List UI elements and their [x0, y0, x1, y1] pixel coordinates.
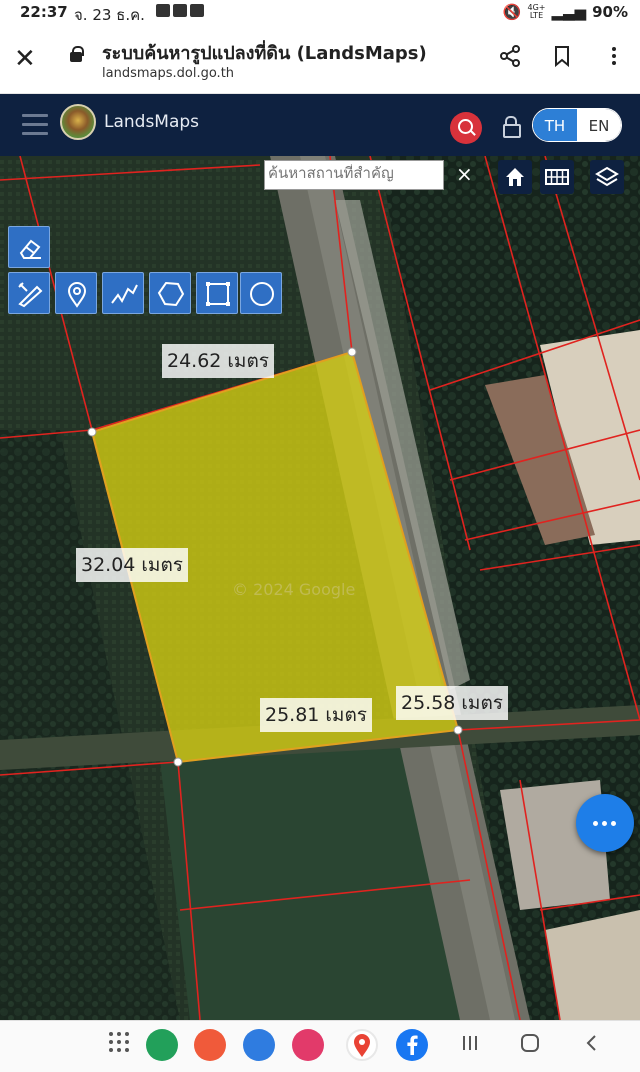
eraser-icon — [19, 239, 41, 259]
eraser-tool-button[interactable] — [8, 226, 50, 268]
grid-view-button[interactable] — [540, 160, 574, 194]
back-icon[interactable] — [582, 1033, 602, 1059]
measurement-left: 32.04 เมตร — [76, 548, 188, 582]
map-pin-icon — [67, 282, 87, 308]
maps-app-icon[interactable] — [346, 1029, 378, 1061]
notification-icons — [156, 4, 204, 17]
browser-actions — [498, 44, 626, 68]
battery-level: 90% — [592, 3, 628, 21]
layers-icon — [595, 166, 619, 187]
system-nav-bar — [0, 1020, 640, 1072]
app-brand: LandsMaps — [104, 112, 200, 132]
status-bar: 22:37 จ. 23 ธ.ค. 🔇 4G+ LTE ▂▃▅ 90% — [0, 0, 640, 26]
status-date: จ. 23 ธ.ค. — [74, 6, 145, 24]
app-drawer-icon[interactable] — [108, 1031, 130, 1059]
lang-en-button[interactable]: EN — [577, 109, 621, 141]
circle-tool-button[interactable] — [240, 272, 282, 314]
page-title: ระบบค้นหารูปแปลงที่ดิน (LandsMaps) — [102, 43, 427, 64]
camera-app-icon[interactable] — [292, 1029, 324, 1061]
messages-app-icon[interactable] — [243, 1029, 275, 1061]
map-view[interactable]: © 2024 Google × 24.62 เมตร 32.04 เมตร 25… — [0, 156, 640, 1020]
rectangle-tool-button[interactable] — [196, 272, 238, 314]
measurement-right: 25.58 เมตร — [396, 686, 508, 720]
clear-search-icon[interactable]: × — [456, 162, 473, 186]
mute-icon: 🔇 — [502, 3, 522, 21]
facebook-app-icon[interactable] — [396, 1029, 428, 1061]
secure-lock-icon — [70, 46, 84, 62]
recents-icon[interactable] — [460, 1033, 480, 1059]
measurement-top: 24.62 เมตร — [162, 344, 274, 378]
home-view-button[interactable] — [498, 160, 532, 194]
map-watermark: © 2024 Google — [232, 580, 355, 599]
youtube-notification-icon — [173, 4, 187, 17]
layers-button[interactable] — [590, 160, 624, 194]
more-options-icon[interactable] — [602, 44, 626, 68]
login-lock-icon[interactable] — [502, 116, 521, 138]
home-nav-icon[interactable] — [520, 1033, 540, 1059]
polyline-tool-button[interactable] — [102, 272, 144, 314]
search-icon[interactable] — [450, 112, 482, 144]
share-icon[interactable] — [498, 44, 522, 68]
network-indicator: 4G+ LTE — [527, 3, 546, 20]
measurement-bottom: 25.81 เมตร — [260, 698, 372, 732]
circle-icon — [250, 282, 274, 306]
shop-notification-icon — [190, 4, 204, 17]
measure-tool-button[interactable] — [8, 272, 50, 314]
polygon-icon — [157, 281, 185, 307]
status-right: 🔇 4G+ LTE ▂▃▅ 90% — [503, 3, 628, 21]
place-search-input[interactable] — [268, 164, 440, 182]
app-header: LandsMaps TH EN — [0, 94, 640, 156]
marker-tool-button[interactable] — [55, 272, 97, 314]
polygon-tool-button[interactable] — [149, 272, 191, 314]
page-url[interactable]: landsmaps.dol.go.th — [102, 66, 234, 81]
bookmark-icon[interactable] — [550, 44, 574, 68]
status-time: 22:37 — [20, 3, 68, 21]
hamburger-menu-icon[interactable] — [22, 114, 48, 141]
ruler-pencil-icon — [18, 282, 43, 308]
language-switch: TH EN — [532, 108, 622, 142]
phone-app-icon[interactable] — [146, 1029, 178, 1061]
rectangle-icon — [206, 282, 230, 306]
home-icon — [506, 168, 524, 186]
gmail-notification-icon — [156, 4, 170, 17]
close-tab-icon[interactable]: ✕ — [14, 44, 36, 74]
polyline-icon — [111, 284, 138, 304]
signal-icon: ▂▃▅ — [551, 3, 587, 21]
place-search-box — [264, 160, 444, 190]
more-actions-fab[interactable] — [576, 794, 634, 852]
contacts-app-icon[interactable] — [194, 1029, 226, 1061]
lang-th-button[interactable]: TH — [533, 109, 577, 141]
grid-icon — [545, 169, 569, 185]
browser-toolbar: ✕ ระบบค้นหารูปแปลงที่ดิน (LandsMaps) lan… — [0, 26, 640, 94]
dol-logo — [60, 104, 96, 140]
